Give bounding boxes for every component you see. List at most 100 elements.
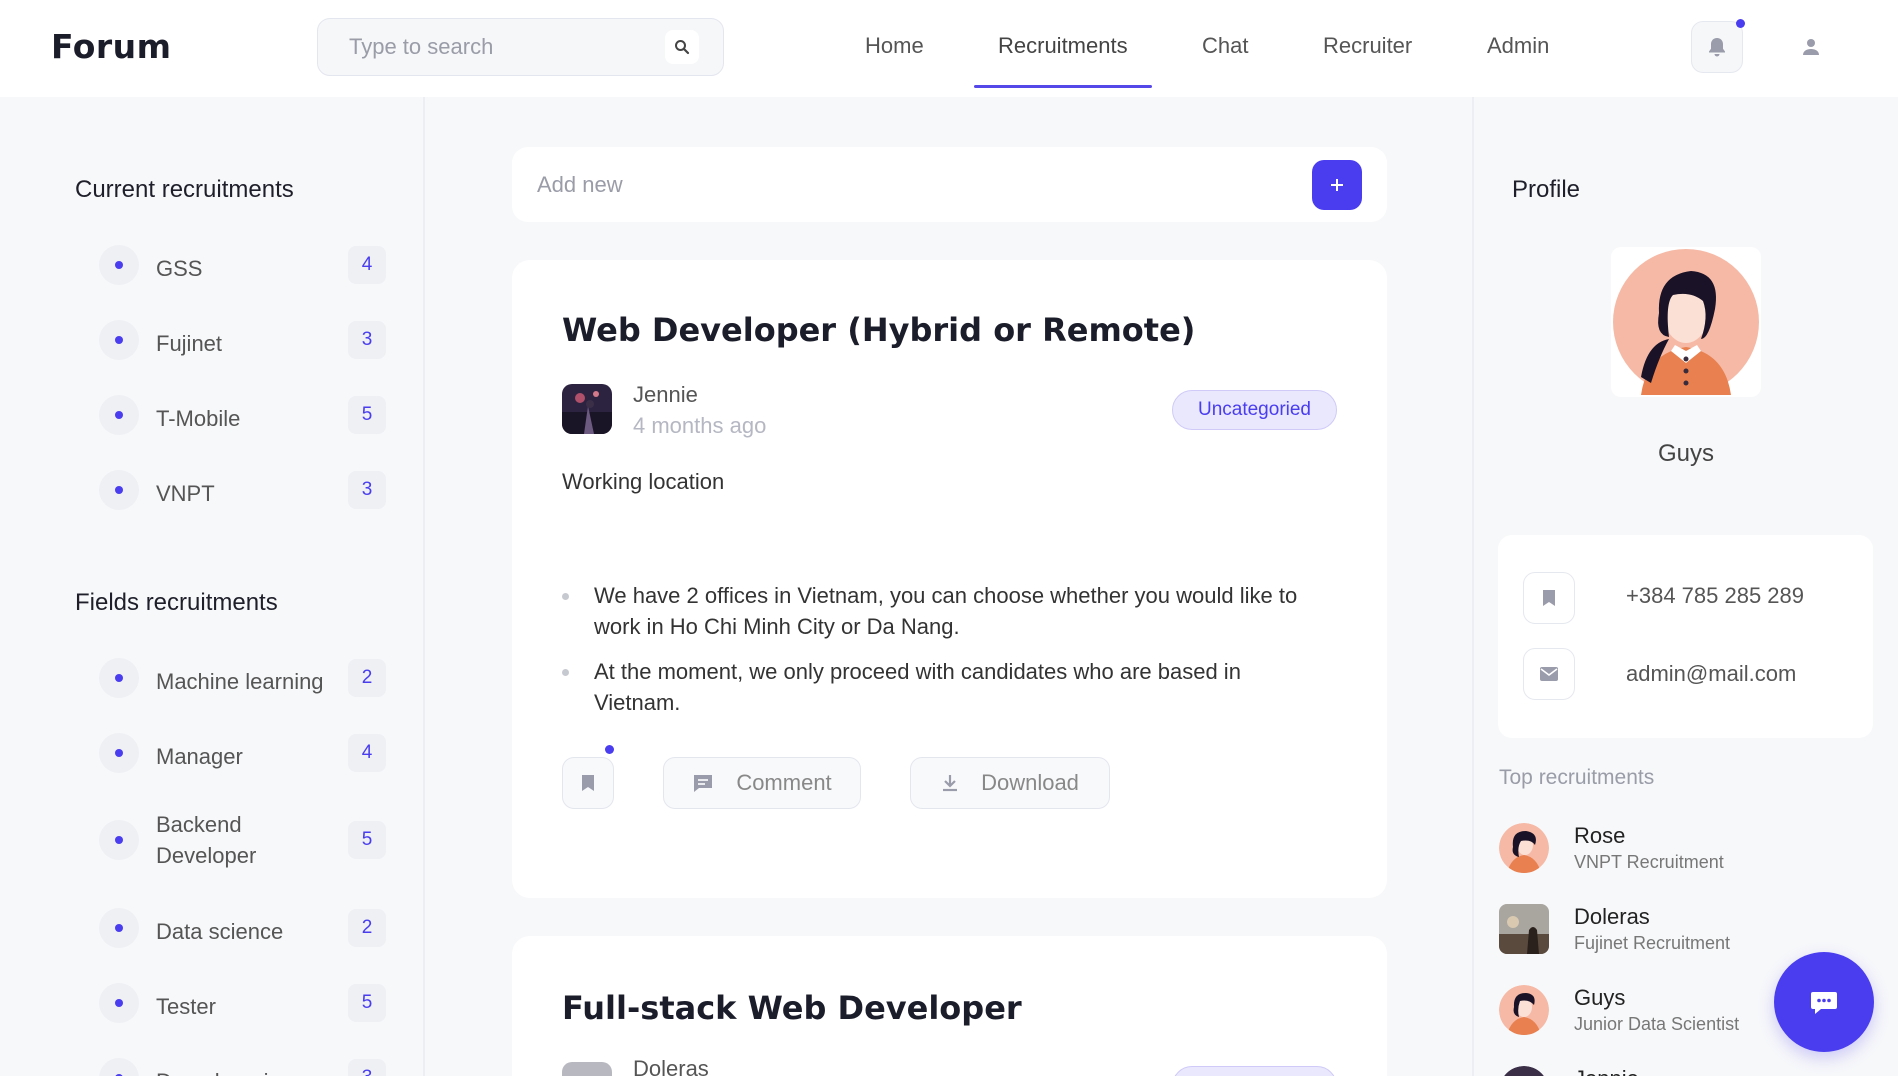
user-menu-button[interactable]	[1794, 30, 1828, 64]
add-new-input[interactable]	[537, 147, 1237, 222]
top-recruitment-item[interactable]: Doleras Fujinet Recruitment	[1499, 904, 1859, 960]
bullet-icon	[99, 1058, 139, 1076]
category-item-t-mobile[interactable]: T-Mobile 5	[99, 395, 386, 435]
comment-label: Comment	[736, 770, 832, 795]
nav-recruiter[interactable]: Recruiter	[1323, 33, 1412, 59]
download-icon	[941, 773, 959, 793]
post-title[interactable]: Web Developer (Hybrid or Remote)	[562, 311, 1195, 349]
field-item-backend-developer[interactable]: Backend Developer 5	[99, 812, 386, 868]
top-name: Jennie	[1574, 1066, 1639, 1076]
avatar	[1499, 1066, 1549, 1076]
post-time: 4 months ago	[633, 413, 767, 438]
bullet-icon	[99, 908, 139, 948]
plus-icon	[1329, 177, 1345, 193]
email-address[interactable]: admin@mail.com	[1626, 661, 1796, 687]
field-item-tester[interactable]: Tester 5	[99, 983, 386, 1023]
field-label: Deep learning	[156, 1066, 293, 1076]
avatar	[1499, 823, 1549, 873]
logo[interactable]: Forum	[51, 27, 172, 66]
nav-home[interactable]: Home	[865, 33, 924, 59]
field-count: 4	[348, 734, 386, 772]
category-label: T-Mobile	[156, 406, 241, 431]
notification-button[interactable]	[1691, 21, 1743, 73]
category-count: 4	[348, 246, 386, 284]
top-recruitment-item[interactable]: Jennie	[1499, 1066, 1859, 1076]
top-name: Rose	[1574, 823, 1626, 848]
avatar	[1499, 904, 1549, 954]
author-name[interactable]: Doleras	[633, 1056, 709, 1076]
nav-recruitments[interactable]: Recruitments	[998, 33, 1128, 59]
email-contact-button[interactable]	[1523, 648, 1575, 700]
bullet-icon	[99, 470, 139, 510]
top-subtitle: VNPT Recruitment	[1574, 852, 1724, 872]
field-label: Tester	[156, 994, 216, 1019]
category-label: VNPT	[156, 481, 215, 506]
field-label: Manager	[156, 744, 243, 769]
chat-icon	[1809, 989, 1839, 1015]
list-item: At the moment, we only proceed with cand…	[562, 656, 1322, 718]
top-recruitment-item[interactable]: Rose VNPT Recruitment	[1499, 823, 1859, 879]
comment-button[interactable]: Comment	[663, 757, 861, 809]
category-count: 3	[348, 321, 386, 359]
field-count: 3	[348, 1059, 386, 1076]
contact-card: +384 785 285 289 admin@mail.com	[1498, 535, 1873, 738]
field-item-machine-learning[interactable]: Machine learning 2	[99, 658, 386, 698]
category-label: GSS	[156, 256, 203, 281]
category-item-fujinet[interactable]: Fujinet 3	[99, 320, 386, 360]
bullet-icon	[99, 658, 139, 698]
field-label: Machine learning	[156, 669, 324, 694]
search-input[interactable]	[349, 19, 649, 75]
post-card: Full-stack Web Developer Doleras	[512, 936, 1387, 1076]
category-tag[interactable]: Uncategoried	[1172, 390, 1337, 430]
category-label: Fujinet	[156, 331, 223, 356]
search-box	[317, 18, 724, 76]
add-new-button[interactable]	[1312, 160, 1362, 210]
top-subtitle: Junior Data Scientist	[1574, 1014, 1740, 1034]
category-item-gss[interactable]: GSS 4	[99, 245, 386, 285]
post-bullet-list: We have 2 offices in Vietnam, you can ch…	[562, 580, 1322, 732]
bookmark-button[interactable]	[562, 757, 614, 809]
author-name[interactable]: Jennie	[633, 382, 698, 408]
top-recruitments-title: Top recruitments	[1499, 766, 1655, 789]
search-icon	[674, 39, 690, 55]
profile-avatar[interactable]	[1611, 247, 1761, 397]
category-count: 5	[348, 396, 386, 434]
post-title[interactable]: Full-stack Web Developer	[562, 989, 1022, 1027]
field-label: Backend Developer	[156, 812, 257, 868]
bullet-icon	[99, 395, 139, 435]
author-avatar[interactable]	[562, 384, 612, 434]
chat-fab-button[interactable]	[1774, 952, 1874, 1052]
field-item-data-science[interactable]: Data science 2	[99, 908, 386, 948]
download-button[interactable]: Download	[910, 757, 1110, 809]
author-avatar[interactable]	[562, 1062, 612, 1076]
avatar	[1499, 985, 1549, 1035]
top-name: Doleras	[1574, 904, 1650, 929]
bullet-icon	[99, 320, 139, 360]
field-item-deep-learning[interactable]: Deep learning 3	[99, 1058, 386, 1076]
mail-icon	[1539, 666, 1559, 682]
field-item-manager[interactable]: Manager 4	[99, 733, 386, 773]
user-icon	[1801, 37, 1821, 57]
bullet-icon	[99, 245, 139, 285]
bullet-icon	[99, 733, 139, 773]
add-new-box	[512, 147, 1387, 222]
category-item-vnpt[interactable]: VNPT 3	[99, 470, 386, 510]
post-section-heading: Working location	[562, 469, 725, 494]
phone-contact-button[interactable]	[1523, 572, 1575, 624]
top-header: Forum Home Recruitments Chat Recruiter A…	[0, 0, 1898, 97]
nav-admin[interactable]: Admin	[1487, 33, 1549, 59]
list-item: We have 2 offices in Vietnam, you can ch…	[562, 580, 1322, 642]
field-count: 2	[348, 909, 386, 947]
post-card: Web Developer (Hybrid or Remote) Jennie …	[512, 260, 1387, 898]
bullet-icon	[99, 820, 139, 860]
current-recruitments-title: Current recruitments	[75, 176, 294, 203]
notification-dot	[1736, 19, 1745, 28]
search-button[interactable]	[665, 30, 699, 64]
phone-number[interactable]: +384 785 285 289	[1626, 583, 1804, 609]
top-name: Guys	[1574, 985, 1626, 1010]
fields-recruitments-title: Fields recruitments	[75, 589, 278, 616]
bell-icon	[1707, 36, 1727, 58]
bullet-icon	[99, 983, 139, 1023]
category-tag[interactable]	[1172, 1066, 1337, 1076]
nav-chat[interactable]: Chat	[1202, 33, 1248, 59]
